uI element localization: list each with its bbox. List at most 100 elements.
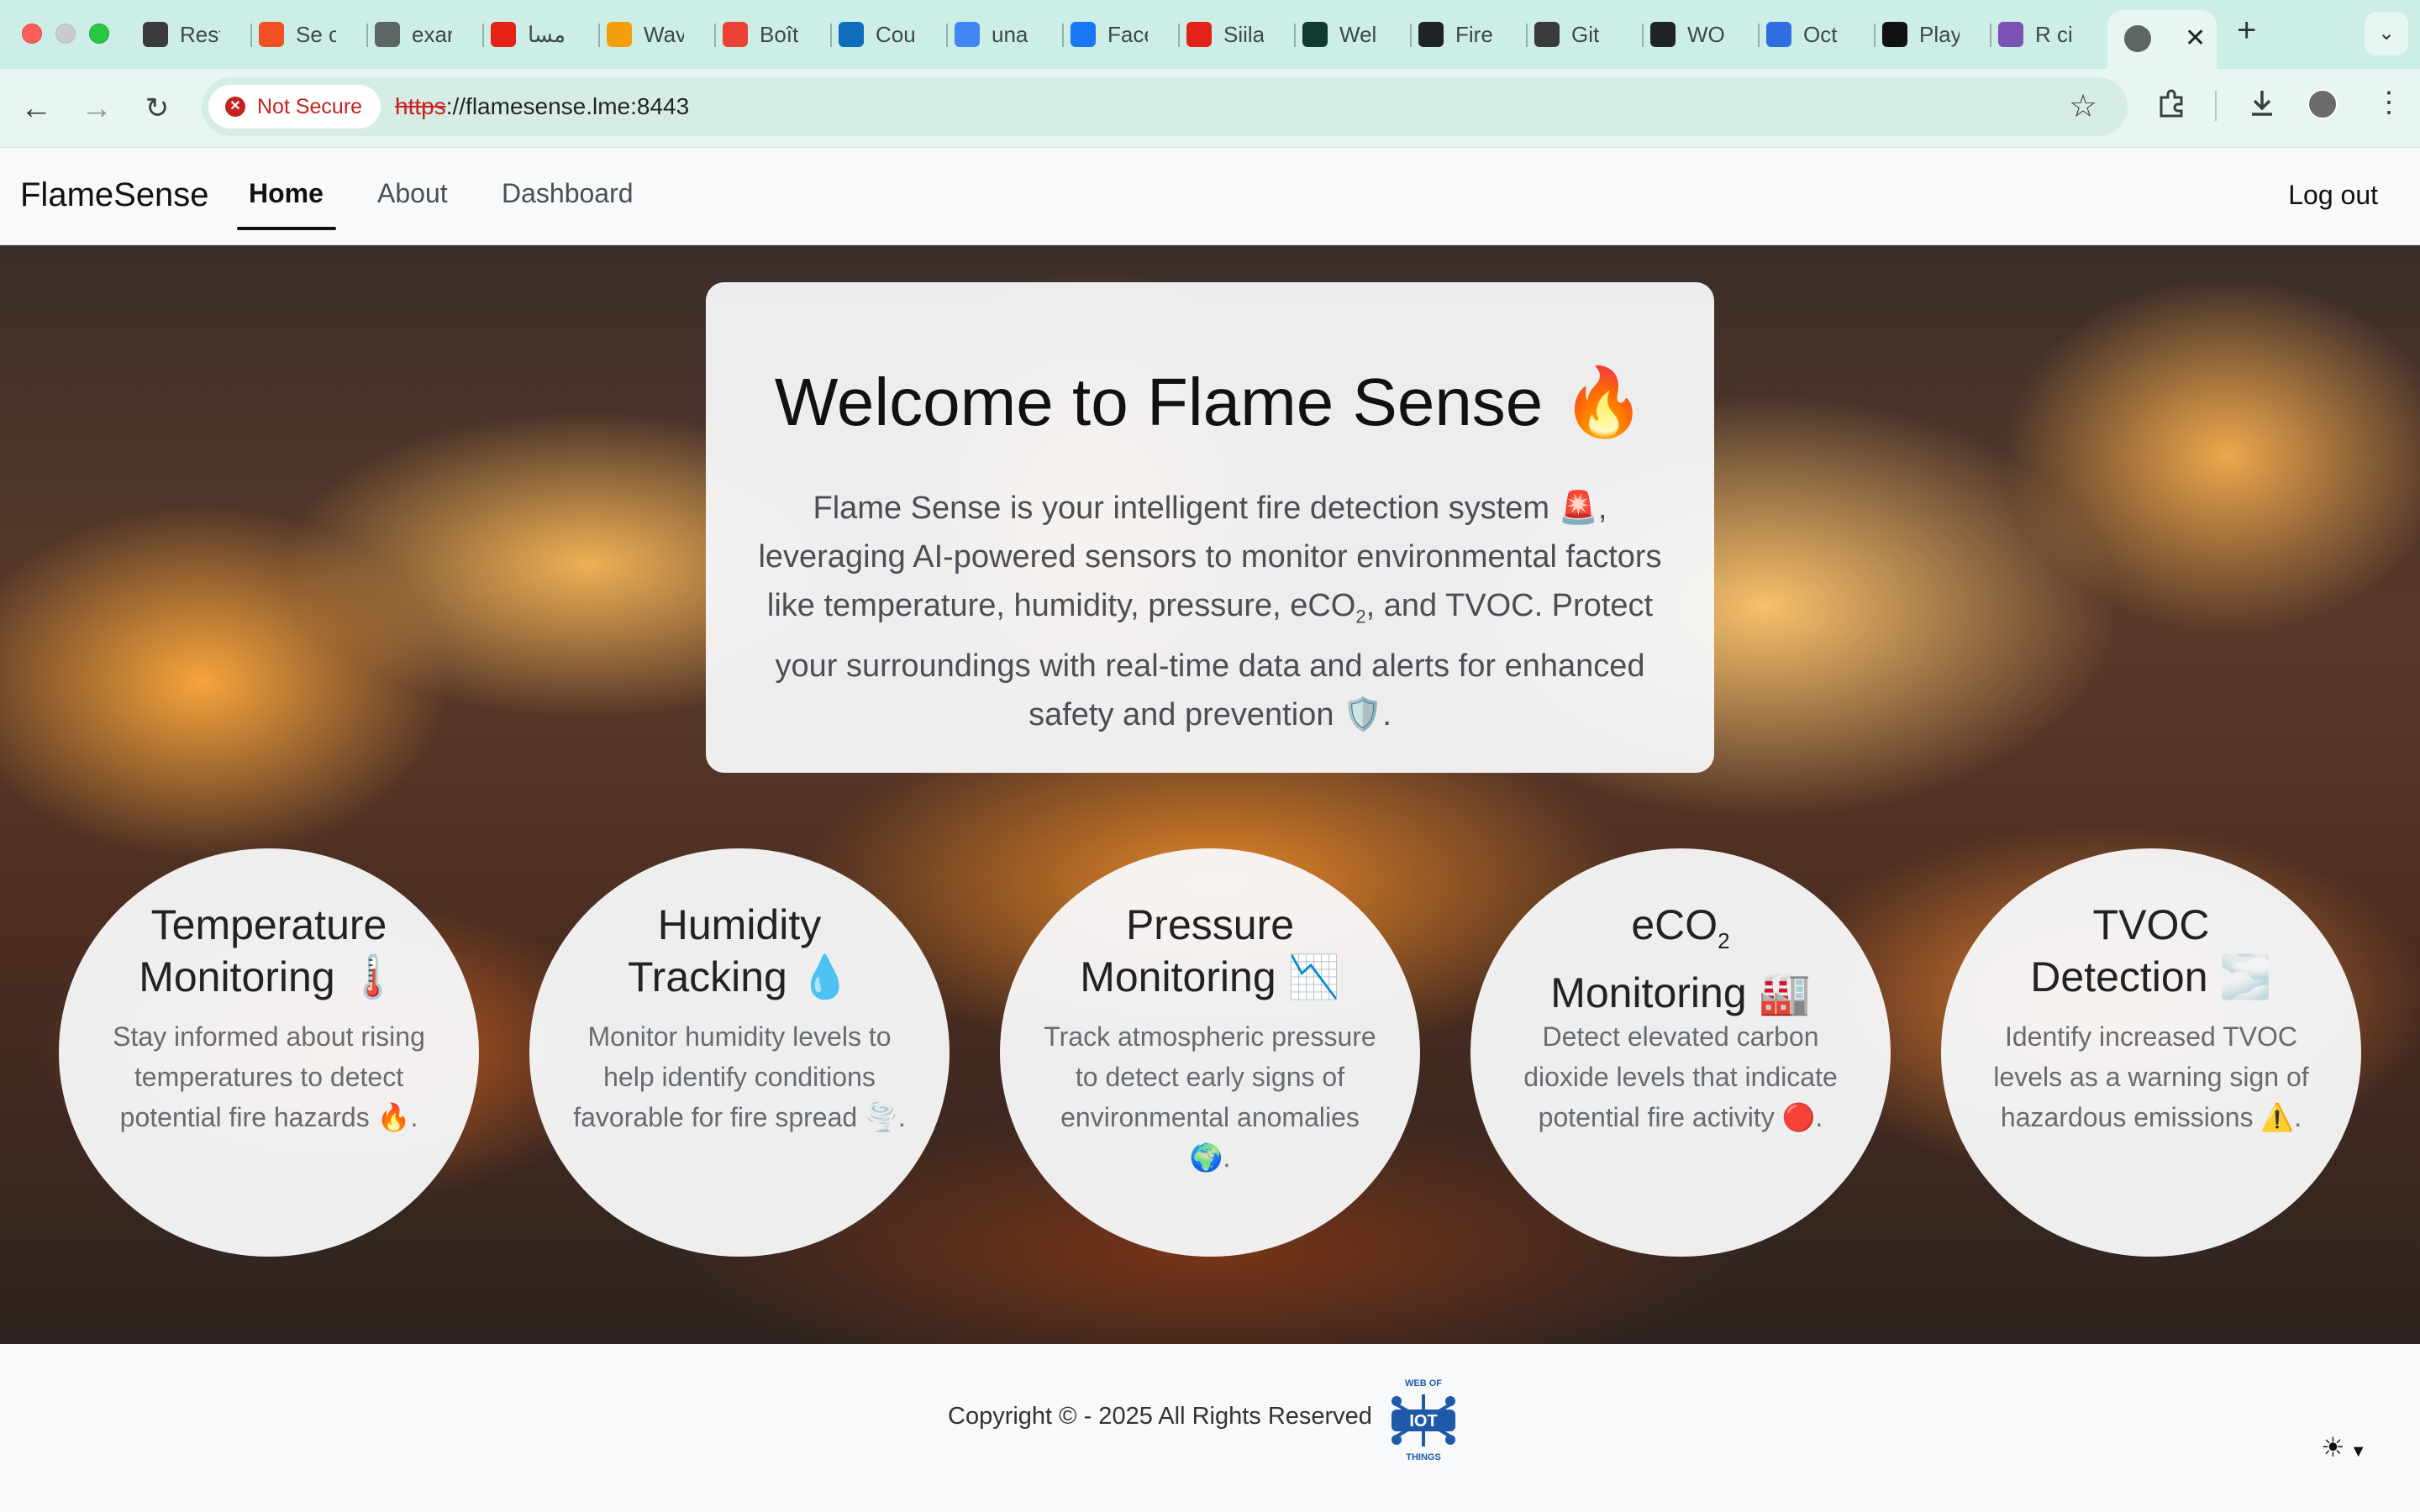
theme-toggle-button[interactable]: ☀ ▼ bbox=[2321, 1431, 2366, 1463]
tab-item[interactable]: Oct bbox=[1766, 15, 1869, 54]
spiral-icon bbox=[143, 22, 168, 47]
browser-tab-strip: Rest Se c exar مسا Wav Boît Cou una Face Siila Wel… bbox=[0, 0, 2420, 69]
browser-toolbar: ← → ↻ ✕ Not Secure https://flamesense.lm… bbox=[0, 69, 2420, 148]
nav-about[interactable]: About bbox=[377, 178, 448, 209]
tab-item[interactable]: Git bbox=[1534, 15, 1637, 54]
feature-card-eco2: eCO2 Monitoring 🏭 Detect elevated carbon … bbox=[1470, 848, 1891, 1257]
hero-description: Flame Sense is your intelligent fire det… bbox=[758, 491, 1662, 732]
tab-label: Fire bbox=[1455, 21, 1493, 47]
tab-item[interactable]: Face bbox=[1071, 15, 1173, 54]
url-host: ://flamesense.lme:8443 bbox=[445, 93, 690, 119]
tab-label: Se c bbox=[296, 21, 336, 47]
tab-separator bbox=[366, 24, 368, 47]
page-title: Welcome to Flame Sense 🔥 bbox=[774, 365, 1646, 439]
download-icon[interactable] bbox=[2245, 86, 2279, 127]
tab-separator bbox=[1294, 24, 1296, 47]
tab-separator bbox=[482, 24, 484, 47]
tab-item[interactable]: exar bbox=[375, 15, 477, 54]
nav-dashboard[interactable]: Dashboard bbox=[502, 178, 634, 209]
tab-separator bbox=[1410, 24, 1412, 47]
bookmark-star-icon[interactable]: ☆ bbox=[2069, 87, 2097, 125]
tab-label: Face bbox=[1107, 21, 1148, 47]
tab-separator bbox=[1062, 24, 1064, 47]
hero-section: Welcome to Flame Sense 🔥 Flame Sense is … bbox=[0, 245, 2420, 1344]
tab-item[interactable]: مسا bbox=[491, 15, 593, 54]
tab-separator bbox=[714, 24, 716, 47]
url-scheme: https bbox=[395, 93, 446, 119]
tab-item[interactable]: Wav bbox=[607, 15, 709, 54]
profile-avatar[interactable] bbox=[2307, 89, 2338, 119]
tab-item[interactable]: Wel bbox=[1302, 15, 1405, 54]
welcome-card: Welcome to Flame Sense 🔥 Flame Sense is … bbox=[706, 282, 1714, 773]
tab-item[interactable]: Siila bbox=[1186, 15, 1289, 54]
extensions-icon[interactable] bbox=[2154, 86, 2188, 127]
site-navbar: FlameSense Home About Dashboard Log out bbox=[0, 148, 2420, 245]
security-chip[interactable]: ✕ Not Secure bbox=[208, 85, 381, 129]
feature-description: Identify increased TVOC levels as a warn… bbox=[1993, 1021, 2309, 1132]
tab-item[interactable]: Se c bbox=[259, 15, 361, 54]
feature-description: Detect elevated carbon dioxide levels th… bbox=[1523, 1021, 1838, 1132]
m-logo-icon bbox=[1882, 22, 1907, 47]
close-window-button[interactable] bbox=[22, 24, 42, 44]
tab-label: Rest bbox=[180, 21, 220, 47]
tab-item[interactable]: Fire bbox=[1418, 15, 1521, 54]
tab-search-button[interactable]: ⌄ bbox=[2365, 12, 2408, 55]
minimize-window-button[interactable] bbox=[55, 24, 76, 44]
tab-label: WO bbox=[1687, 21, 1725, 47]
feature-card-tvoc: TVOC Detection 🌫️ Identify increased TVOC… bbox=[1941, 848, 2361, 1257]
back-icon[interactable]: ← bbox=[15, 87, 57, 129]
security-label: Not Secure bbox=[257, 95, 363, 118]
tab-separator bbox=[946, 24, 948, 47]
tab-separator bbox=[1178, 24, 1180, 47]
forward-icon[interactable]: → bbox=[76, 87, 118, 129]
svg-text:WEB OF: WEB OF bbox=[1405, 1378, 1442, 1389]
tab-label: Play bbox=[1919, 21, 1960, 47]
address-bar[interactable]: ✕ Not Secure https://flamesense.lme:8443… bbox=[202, 77, 2128, 136]
svg-text:IOT: IOT bbox=[1409, 1412, 1437, 1431]
maximize-window-button[interactable] bbox=[89, 24, 109, 44]
gmail-icon bbox=[723, 22, 748, 47]
youtube-icon bbox=[491, 22, 516, 47]
svg-text:THINGS: THINGS bbox=[1406, 1452, 1441, 1462]
new-tab-button[interactable]: + bbox=[2237, 12, 2256, 50]
globe-icon bbox=[2124, 25, 2151, 52]
tab-label: Wel bbox=[1339, 21, 1377, 47]
tab-active[interactable]: ✕ bbox=[2107, 10, 2217, 69]
tab-item[interactable]: Rest bbox=[143, 15, 245, 54]
url-text[interactable]: https://flamesense.lme:8443 bbox=[395, 77, 689, 136]
feature-title: TVOC Detection 🌫️ bbox=[2030, 901, 2272, 1000]
tab-separator bbox=[250, 24, 252, 47]
toolbar-divider bbox=[2215, 91, 2217, 121]
tab-separator bbox=[830, 24, 832, 47]
brand-logo[interactable]: FlameSense bbox=[20, 176, 209, 214]
tab-separator bbox=[598, 24, 600, 47]
feature-title: eCO2 Monitoring 🏭 bbox=[1550, 901, 1811, 1016]
tab-label: Siila bbox=[1223, 21, 1264, 47]
feature-title: Humidity Tracking 💧 bbox=[627, 901, 851, 1000]
tab-item[interactable]: una bbox=[955, 15, 1057, 54]
tab-label: una bbox=[992, 21, 1028, 47]
tab-item[interactable]: R ci bbox=[1998, 15, 2101, 54]
reload-icon[interactable]: ↻ bbox=[136, 87, 178, 129]
nav-home[interactable]: Home bbox=[249, 178, 324, 209]
tab-label: مسا bbox=[528, 21, 566, 47]
browser-menu-icon[interactable]: ⋮ bbox=[2375, 86, 2403, 119]
feature-description: Stay informed about rising temperatures … bbox=[113, 1021, 425, 1132]
logout-link[interactable]: Log out bbox=[2288, 180, 2378, 211]
tab-item[interactable]: WO bbox=[1650, 15, 1753, 54]
close-tab-icon[interactable]: ✕ bbox=[2185, 24, 2206, 53]
tab-item[interactable]: Boît bbox=[723, 15, 825, 54]
youtube-icon bbox=[1186, 22, 1212, 47]
microsoft-icon bbox=[259, 22, 284, 47]
github-icon bbox=[1418, 22, 1444, 47]
tab-separator bbox=[1874, 24, 1876, 47]
feature-title: Temperature Monitoring 🌡️ bbox=[139, 901, 399, 1000]
facebook-icon bbox=[1071, 22, 1096, 47]
github-icon bbox=[1650, 22, 1676, 47]
tab-label: R ci bbox=[2035, 21, 2073, 47]
tab-label: Wav bbox=[644, 21, 684, 47]
tab-label: Cou bbox=[876, 21, 916, 47]
tab-item[interactable]: Play bbox=[1882, 15, 1985, 54]
tab-item[interactable]: Cou bbox=[839, 15, 941, 54]
feature-card-temperature: Temperature Monitoring 🌡️ Stay informed a… bbox=[59, 848, 479, 1257]
